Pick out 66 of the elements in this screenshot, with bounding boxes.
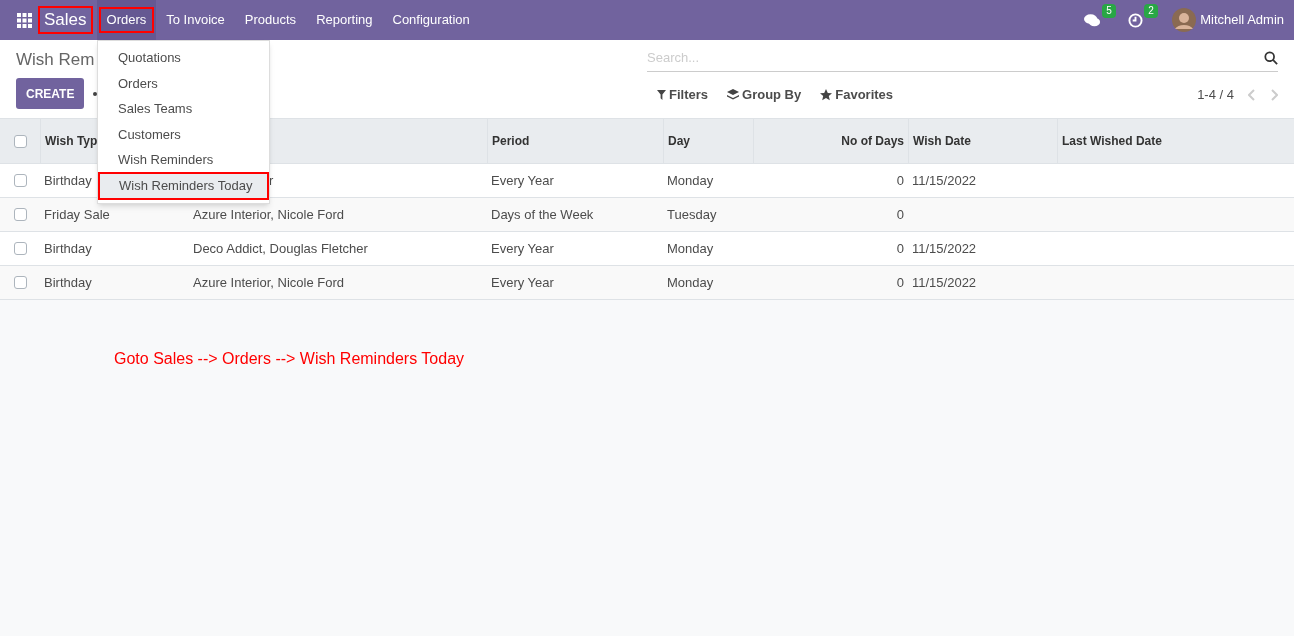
layers-icon bbox=[727, 88, 739, 101]
menu-tab[interactable]: To Invoice bbox=[156, 0, 235, 40]
column-header[interactable]: Day bbox=[668, 132, 690, 150]
menu-tab[interactable]: Reporting bbox=[306, 0, 383, 40]
table-cell-text: Monday bbox=[667, 171, 714, 190]
row-checkbox[interactable] bbox=[13, 208, 27, 221]
page-title: Wish Rem bbox=[16, 49, 95, 71]
pager-value[interactable]: 1-4 / 4 bbox=[1197, 85, 1234, 105]
instruction-note: Goto Sales --> Orders --> Wish Reminders Today bbox=[114, 349, 466, 369]
row-checkbox[interactable] bbox=[13, 134, 27, 148]
filter-icon bbox=[657, 89, 666, 100]
dropdown-item[interactable]: Wish Reminders Today bbox=[99, 172, 268, 199]
column-header[interactable]: Wish Date bbox=[913, 132, 971, 150]
table-cell-text: 0 bbox=[896, 239, 904, 258]
table-cell-text: Deco Addict, Douglas Fletcher bbox=[193, 239, 368, 258]
table-cell-text: 0 bbox=[896, 273, 904, 292]
group-by-button[interactable]: Group By bbox=[727, 85, 802, 105]
dropdown-item[interactable]: Sales Teams bbox=[98, 96, 269, 122]
menu-tab[interactable]: Configuration bbox=[382, 0, 480, 40]
row-checkbox[interactable] bbox=[13, 174, 27, 187]
table-cell-text: Birthday bbox=[44, 171, 92, 190]
menu-tab[interactable]: Orders bbox=[96, 0, 157, 40]
column-header[interactable]: Period bbox=[492, 132, 530, 150]
column-header[interactable]: Wish Typ bbox=[45, 132, 98, 150]
table-cell-text: 11/15/2022 bbox=[912, 239, 977, 258]
table-cell-text: r bbox=[269, 171, 274, 190]
table-cell-text: Every Year bbox=[491, 171, 554, 190]
create-button[interactable]: CREATE bbox=[16, 78, 85, 109]
search-icon[interactable] bbox=[1264, 50, 1278, 65]
table-cell-text: Tuesday bbox=[667, 205, 717, 224]
apps-menu-icon[interactable] bbox=[17, 12, 32, 28]
clock-icon[interactable] bbox=[1128, 12, 1144, 28]
row-checkbox[interactable] bbox=[13, 276, 27, 289]
star-icon bbox=[820, 88, 833, 101]
table-cell-text: Birthday bbox=[44, 239, 92, 258]
previous-icon[interactable] bbox=[1248, 88, 1256, 101]
user-name[interactable]: Mitchell Admin bbox=[1200, 10, 1284, 30]
filters-button[interactable]: Filters bbox=[657, 85, 708, 105]
table-cell-text: Monday bbox=[667, 273, 714, 292]
table-cell-text: Azure Interior, Nicole Ford bbox=[193, 205, 344, 224]
table-cell-text: 11/15/2022 bbox=[912, 171, 977, 190]
table-cell-text: Every Year bbox=[491, 273, 554, 292]
table-cell-text: Every Year bbox=[491, 239, 554, 258]
column-header[interactable]: No of Days bbox=[841, 132, 904, 150]
table-cell-text: Birthday bbox=[44, 273, 92, 292]
table-cell-text: Days of the Week bbox=[491, 205, 594, 224]
table-cell-text: 11/15/2022 bbox=[912, 273, 977, 292]
app-name[interactable]: Sales bbox=[40, 8, 91, 32]
dropdown-item[interactable]: Quotations bbox=[98, 45, 269, 71]
dropdown-item[interactable]: Orders bbox=[98, 70, 269, 97]
menu-tab[interactable]: Products bbox=[234, 0, 307, 40]
activity-count: 2 bbox=[1144, 4, 1158, 18]
dropdown-item[interactable]: Wish Reminders bbox=[98, 147, 269, 173]
table-cell-text: Friday Sale bbox=[44, 205, 110, 224]
next-icon[interactable] bbox=[1270, 88, 1278, 101]
favorites-button[interactable]: Favorites bbox=[820, 85, 894, 105]
dropdown-item[interactable]: Customers bbox=[98, 121, 269, 148]
table-cell-text: 0 bbox=[896, 205, 904, 224]
table-cell-text: Azure Interior, Nicole Ford bbox=[193, 273, 344, 292]
avatar-icon[interactable] bbox=[1172, 8, 1197, 32]
message-count: 5 bbox=[1102, 4, 1116, 18]
column-header[interactable]: Last Wished Date bbox=[1062, 132, 1162, 150]
table-cell-text: 0 bbox=[896, 171, 904, 190]
chat-icon[interactable] bbox=[1084, 12, 1102, 28]
table-cell-text: Monday bbox=[667, 239, 714, 258]
row-checkbox[interactable] bbox=[13, 242, 27, 255]
